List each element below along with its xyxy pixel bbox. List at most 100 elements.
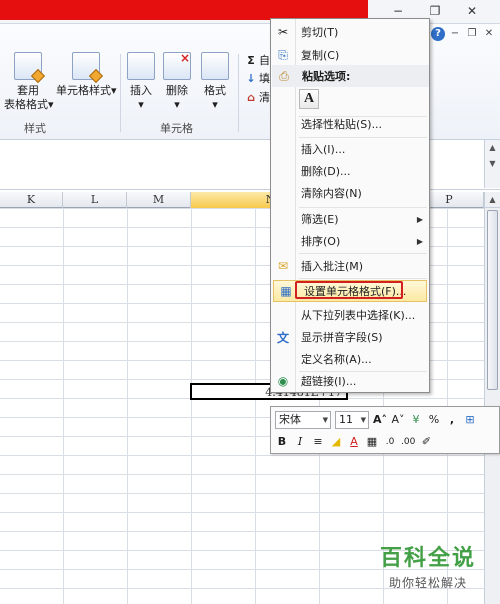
percent-style-icon[interactable]: % [427,411,441,429]
blank-icon [271,160,295,182]
menu-item-label: 删除(D)... [301,165,351,178]
scroll-up-icon[interactable]: ▲ [485,140,500,156]
borders-icon[interactable]: ▦ [365,433,379,451]
clear-button[interactable]: ⌂ 清 [246,89,270,105]
menu-item-clear-contents[interactable]: 清除内容(N) [271,182,429,204]
menu-item-label: 剪切(T) [301,26,339,39]
fill-button[interactable]: ↓ 填 [246,70,270,86]
menu-item-delete[interactable]: 删除(D)... [271,160,429,182]
shrink-font-icon[interactable]: A˅ [391,411,405,429]
menu-item-label: 清除内容(N) [301,187,362,200]
ribbon-restore-button[interactable]: ❐ [465,27,479,41]
menu-item-hyperlink[interactable]: ◉ 超链接(I)... [271,370,429,392]
table-format-icon [14,52,46,84]
clipboard-icon: ⎙ [279,68,289,83]
scissors-icon: ✂ [277,25,289,39]
fill-down-icon: ↓ [246,71,256,85]
group-separator [120,54,121,132]
eraser-icon: ⌂ [247,90,255,104]
ribbon-window-controls: ? − ❐ ✕ [431,27,496,41]
italic-icon[interactable]: I [293,433,307,451]
menu-item-label: 选择性粘贴(S)... [301,118,383,131]
ribbon-close-button[interactable]: ✕ [482,27,496,41]
increase-decimal-icon[interactable]: .0 [383,433,397,451]
format-cells-button[interactable]: 格式 ▾ [198,52,232,112]
grow-font-icon[interactable]: A˄ [373,411,387,429]
delete-cells-dropdown: ▾ [174,98,180,111]
cells-group-label: 单元格 [160,122,193,135]
menu-item-pick-from-list[interactable]: 从下拉列表中选择(K)... [271,304,429,326]
blank-icon [271,138,295,160]
column-header-m[interactable]: M [127,192,191,208]
menu-item-cut[interactable]: ✂ 剪切(T) [271,21,429,43]
scrollbar-thumb[interactable] [487,210,498,390]
autosum-label: 自 [259,54,270,67]
menu-item-filter[interactable]: 筛选(E) ▶ [271,208,429,230]
column-header-l[interactable]: L [63,192,127,208]
ribbon-minimize-button[interactable]: − [448,27,462,41]
insert-cells-button[interactable]: 插入 ▾ [124,52,158,112]
blank-icon [271,230,295,252]
font-color-icon[interactable]: A [347,433,361,451]
insert-cells-dropdown: ▾ [138,98,144,111]
menu-item-label: 插入批注(M) [301,260,364,273]
cell-styles-button[interactable]: 单元格样式▾ [56,52,117,98]
menu-separator [299,278,427,279]
watermark-subtitle: 助你轻松解决 [388,576,467,590]
merge-cells-icon[interactable]: ⊞ [463,411,477,429]
menu-item-copy[interactable]: ⎘ 复制(C) [271,44,429,66]
chevron-down-icon: ▼ [322,416,328,424]
format-painter-icon[interactable]: ✐ [419,433,433,451]
menu-item-label: 复制(C) [301,49,340,62]
formula-scrollbar[interactable]: ▲ ▼ [484,140,500,188]
font-size-field[interactable]: 11 ▼ [335,411,369,429]
font-name-field[interactable]: 宋体 ▼ [275,411,331,429]
decrease-decimal-icon[interactable]: .00 [401,433,415,451]
menu-item-paste-special[interactable]: 选择性粘贴(S)... [271,113,429,135]
close-button[interactable]: ✕ [462,3,482,19]
fill-color-icon[interactable]: ◢ [329,433,343,451]
mini-toolbar-row-2: B I ≡ ◢ A ▦ .0 .00 ✐ [275,432,433,452]
styles-group-label: 样式 [24,122,46,135]
globe-link-icon: ◉ [277,374,289,388]
watermark-title: 百科全说 [379,546,476,571]
font-size-value: 11 [339,413,353,426]
format-cells-icon [201,52,229,80]
submenu-arrow-icon: ▶ [416,236,423,246]
help-icon[interactable]: ? [431,27,445,41]
menu-separator [299,253,427,254]
menu-item-insert[interactable]: 插入(I)... [271,138,429,160]
menu-item-label: 插入(I)... [301,143,346,156]
format-as-table-button[interactable]: 套用 表格格式▾ [4,52,54,112]
menu-item-sort[interactable]: 排序(O) ▶ [271,230,429,252]
minimize-button[interactable]: − [388,3,408,19]
center-align-icon[interactable]: ≡ [311,433,325,451]
scroll-up-icon[interactable]: ▲ [485,192,500,208]
column-header-k[interactable]: K [0,192,63,208]
format-as-table-label: 套用 [17,84,39,97]
comma-style-icon[interactable]: , [445,411,459,429]
menu-item-label: 显示拼音字段(S) [301,331,383,344]
currency-format-icon[interactable]: ¥ [409,411,423,429]
phonetic-icon: 文 [276,330,289,345]
insert-cells-icon [127,52,155,80]
menu-item-label: 超链接(I)... [301,375,357,388]
delete-cells-icon: × [163,51,191,80]
bold-icon[interactable]: B [275,433,289,451]
scroll-down-icon[interactable]: ▼ [485,156,500,172]
blank-icon [271,208,295,230]
blank-icon [271,113,295,135]
format-as-table-label-2: 表格格式▾ [4,98,54,111]
restore-button[interactable]: ❐ [425,3,445,19]
delete-cells-button[interactable]: × 删除 ▾ [160,51,194,112]
autosum-button[interactable]: Σ 自 [246,52,270,68]
paste-values-option[interactable]: A [299,89,319,109]
menu-item-label: 从下拉列表中选择(K)... [301,309,416,322]
menu-item-define-name[interactable]: 定义名称(A)... [271,348,429,370]
blank-icon [271,304,295,326]
menu-item-insert-comment[interactable]: ✉ 插入批注(M) [271,255,429,277]
menu-item-show-phonetic[interactable]: 文 显示拼音字段(S) [271,326,429,348]
context-menu: ✂ 剪切(T) ⎘ 复制(C) ⎙ 粘贴选项: A 选择性粘贴(S)... 插入… [270,18,430,393]
format-cells-dropdown: ▾ [212,98,218,111]
group-separator [238,54,239,132]
